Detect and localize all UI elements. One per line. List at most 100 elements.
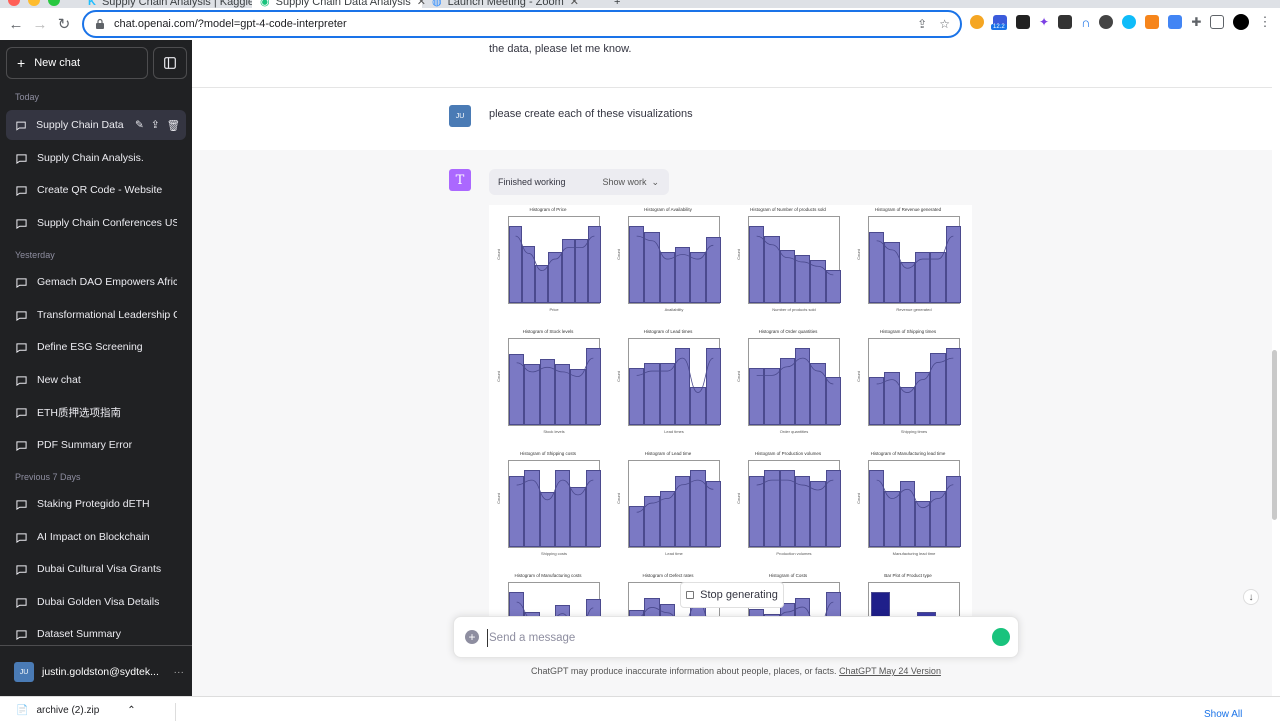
chat-item[interactable]: Transformational Leadership C xyxy=(6,300,186,330)
chat-item[interactable]: Supply Chain Conferences US xyxy=(6,208,186,238)
profile-avatar[interactable] xyxy=(1233,14,1250,30)
kde-line xyxy=(756,479,834,491)
download-item[interactable]: 📄 archive (2).zip ⌃ xyxy=(16,705,136,716)
subplot-title: Histogram of Manufacturing lead time xyxy=(870,451,946,456)
new-tab-button[interactable]: + xyxy=(606,0,630,8)
x-axis-label: Manufacturing lead time xyxy=(892,551,936,556)
toggle-sidebar-button[interactable] xyxy=(153,47,187,79)
chevron-up-icon[interactable]: ⌃ xyxy=(127,705,135,716)
subplot-title: Bar Plot of Product type xyxy=(884,573,932,578)
extension-coin-icon[interactable] xyxy=(970,15,984,29)
x-axis-label: Shipping times xyxy=(900,429,928,434)
plugin-plus-icon[interactable]: + xyxy=(465,630,479,644)
chat-item-label: Dataset Summary xyxy=(37,628,122,640)
minimize-window-button[interactable] xyxy=(28,0,40,6)
y-axis-label: Count xyxy=(495,493,501,504)
y-axis-label: Count xyxy=(615,493,621,504)
kde-line xyxy=(515,235,595,271)
zoom-window-button[interactable] xyxy=(48,0,60,6)
chat-item-label: Supply Chain Conferences US xyxy=(37,217,177,229)
chat-item[interactable]: Dubai Golden Visa Details xyxy=(6,587,186,617)
extension-grid-icon[interactable] xyxy=(1058,15,1073,29)
close-window-button[interactable] xyxy=(8,0,20,6)
kde-curve xyxy=(876,235,954,269)
metamask-icon[interactable] xyxy=(1145,15,1160,29)
back-icon[interactable]: ← xyxy=(4,12,28,36)
chat-bubble-icon xyxy=(16,153,27,164)
send-icon[interactable] xyxy=(992,628,1010,646)
extension-arc-icon[interactable]: ∩ xyxy=(1081,15,1090,30)
chat-item[interactable]: AI Impact on Blockchain xyxy=(6,522,186,552)
chat-bubble-icon xyxy=(16,440,27,451)
x-axis-label: Stock levels xyxy=(543,429,565,434)
new-chat-button[interactable]: + New chat xyxy=(6,47,148,79)
bookmark-star-icon[interactable]: ☆ xyxy=(939,17,950,31)
chat-item[interactable]: Create QR Code - Website xyxy=(6,175,186,205)
chat-item[interactable]: PDF Summary Error xyxy=(6,430,186,460)
chat-item[interactable]: ETH质押选项指南 xyxy=(6,397,186,427)
chat-item[interactable]: Dubai Cultural Visa Grants xyxy=(6,554,186,584)
reload-icon[interactable]: ↻ xyxy=(52,12,76,36)
side-panel-icon[interactable] xyxy=(1210,15,1225,29)
chat-item[interactable]: New chat xyxy=(6,365,186,395)
version-link[interactable]: ChatGPT May 24 Version xyxy=(839,666,941,676)
kde-line xyxy=(876,357,954,393)
plus-icon: + xyxy=(17,55,26,71)
chat-item-label: New chat xyxy=(37,374,81,386)
extension-s-icon[interactable] xyxy=(1016,15,1030,29)
stop-generating-button[interactable]: Stop generating xyxy=(680,582,784,608)
kde-curve xyxy=(756,357,834,385)
extension-edit-icon[interactable] xyxy=(1168,15,1183,29)
subplot-title: Histogram of Costs xyxy=(768,573,808,578)
x-axis-label: Lead times xyxy=(664,429,684,434)
working-status: Finished working Show work ⌄ xyxy=(489,169,669,195)
tab-label: Launch Meeting - Zoom xyxy=(447,0,564,8)
share-icon[interactable]: ⇪ xyxy=(917,17,927,31)
browser-tab-chatgpt[interactable]: ◉ Supply Chain Data Analysis ✕ xyxy=(252,0,426,8)
histogram-subplot: Histogram of Order quantities Order quant… xyxy=(733,329,843,439)
edit-pencil-icon[interactable]: ✎ xyxy=(135,119,144,132)
forward-icon[interactable]: → xyxy=(28,12,52,36)
more-options-icon[interactable]: ··· xyxy=(174,666,185,678)
chat-item[interactable]: Supply Chain Analysis. xyxy=(6,143,186,173)
subplot-title: Histogram of Availability xyxy=(644,207,692,212)
download-divider xyxy=(175,703,176,721)
puzzle-icon[interactable]: ✚ xyxy=(1191,15,1201,29)
share-icon[interactable]: ⇪ xyxy=(151,119,160,132)
chat-bubble-icon xyxy=(16,277,27,288)
subplot-axes xyxy=(868,216,961,304)
show-all-link[interactable]: Show All xyxy=(1204,709,1242,720)
histogram-subplot: Histogram of Production volumes Productio… xyxy=(733,451,843,561)
chat-item-label: Supply Chain Data A xyxy=(36,119,126,131)
scrollbar-thumb[interactable] xyxy=(1272,350,1277,520)
browser-tab-zoom[interactable]: ◍ Launch Meeting - Zoom ✕ xyxy=(424,0,604,8)
show-work-button[interactable]: Show work ⌄ xyxy=(602,177,659,188)
chat-sidebar: + New chat Today Supply Chain Data A ✎ ⇪… xyxy=(0,40,192,696)
kde-line xyxy=(636,357,714,393)
subplot-axes xyxy=(868,460,961,548)
extension-compass-icon[interactable] xyxy=(1099,15,1114,29)
histogram-subplot: Histogram of Availability Availability Cou… xyxy=(613,207,723,317)
menu-kebab-icon[interactable]: ⋮ xyxy=(1258,14,1271,30)
chat-item[interactable]: Define ESG Screening xyxy=(6,332,186,362)
file-icon: 📄 xyxy=(16,705,29,716)
chat-item[interactable]: Gemach DAO Empowers Afric xyxy=(6,267,186,297)
extension-circle-icon[interactable] xyxy=(1122,15,1137,29)
download-filename: archive (2).zip xyxy=(36,705,100,716)
x-axis-label: Production volumes xyxy=(776,551,812,556)
user-menu[interactable]: JU justin.goldston@sydtek... ··· xyxy=(14,661,184,683)
extension-badge-icon[interactable]: 12.2 xyxy=(991,15,1007,30)
browser-tab-kaggle[interactable]: K Supply Chain Analysis | Kaggle ✕ xyxy=(80,0,269,8)
scroll-down-button[interactable]: ↓ xyxy=(1243,589,1259,605)
chat-item[interactable]: Supply Chain Data A ✎ ⇪ 🗑 xyxy=(6,110,186,140)
url-text: chat.openai.com/?model=gpt-4-code-interp… xyxy=(114,18,347,30)
close-tab-icon[interactable]: ✕ xyxy=(570,0,579,8)
extension-sparkle-icon[interactable]: ✦ xyxy=(1039,15,1049,29)
message-input[interactable] xyxy=(487,629,967,647)
kde-line xyxy=(876,479,954,509)
address-bar[interactable]: chat.openai.com/?model=gpt-4-code-interp… xyxy=(82,10,962,38)
trash-icon[interactable]: 🗑 xyxy=(167,119,180,132)
kde-curve xyxy=(516,479,594,501)
chat-item[interactable]: Staking Protegido dETH xyxy=(6,489,186,519)
kde-curve xyxy=(636,357,714,393)
